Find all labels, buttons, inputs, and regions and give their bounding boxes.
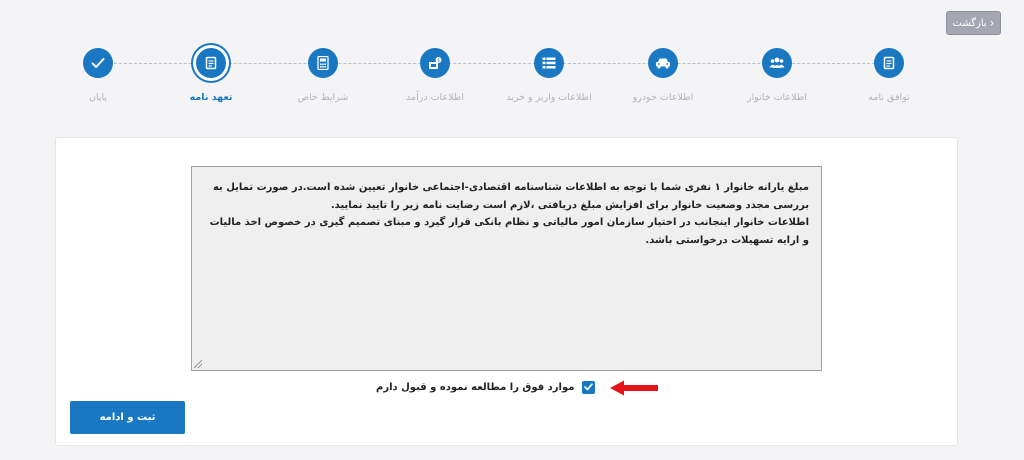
money-icon: $ [420,48,450,78]
check-icon [83,48,113,78]
consent-checkbox[interactable] [582,380,596,394]
step-label: اطلاعات خودرو [632,92,694,103]
agreement-textarea[interactable]: مبلغ یارانه خانوار ۱ نفری شما با توجه به… [191,166,822,371]
document-icon [196,48,226,78]
step-car: اطلاعات خودرو [608,47,718,105]
step-label: اطلاعات درآمد [406,92,464,103]
step-agreement: توافق نامه [834,47,944,105]
progress-stepper: توافق نامه اطلاعات خانوار اطلاعات خودرو … [0,0,1024,130]
users-icon [762,48,792,78]
step-household: اطلاعات خانوار [722,47,832,105]
step-label: اطلاعات خانوار [747,92,807,103]
resize-handle-icon[interactable] [194,360,202,368]
consent-label: موارد فوق را مطالعه نموده و قبول دارم [376,381,575,393]
car-icon [648,48,678,78]
step-commitment: تعهد نامه [156,47,266,105]
svg-text:$: $ [437,58,440,64]
red-arrow-icon [610,380,658,396]
step-label: شرایط خاص [297,92,349,103]
step-label: اطلاعات واریز و خرید [506,92,592,103]
step-finish: پایان [43,47,153,105]
agreement-paragraph: مبلغ یارانه خانوار ۱ نفری شما با توجه به… [212,182,809,211]
consent-row: موارد فوق را مطالعه نموده و قبول دارم [376,378,598,396]
step-income: $ اطلاعات درآمد [380,47,490,105]
step-special-conditions: شرایط خاص [268,47,378,105]
submit-continue-button[interactable]: ثبت و ادامه [70,401,185,434]
document-icon [874,48,904,78]
step-label: تعهد نامه [189,92,233,103]
agreement-paragraph: اطلاعات خانوار اینجانب در اختیار سازمان … [209,217,809,246]
checkmark-icon [584,383,594,391]
step-label: توافق نامه [868,92,910,103]
step-label: پایان [88,92,108,103]
step-payment: اطلاعات واریز و خرید [494,47,604,105]
list-icon [534,48,564,78]
calculator-icon [308,48,338,78]
